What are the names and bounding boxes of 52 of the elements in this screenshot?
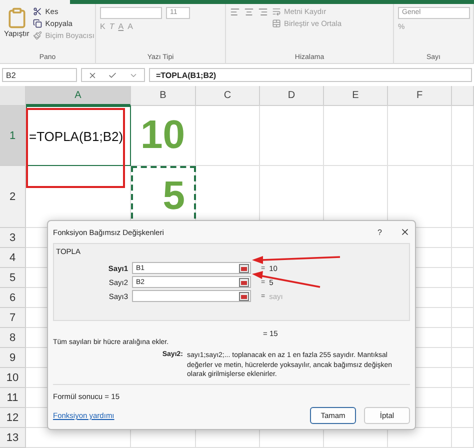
row-header[interactable]: 3: [0, 228, 26, 248]
column-header[interactable]: A: [26, 86, 131, 106]
row-header[interactable]: 7: [0, 308, 26, 328]
row-header[interactable]: 10: [0, 368, 26, 388]
scissors-icon: [33, 7, 42, 16]
sheet-cell: [452, 106, 474, 166]
row-header[interactable]: 5: [0, 268, 26, 288]
column-header[interactable]: F: [388, 86, 452, 106]
font-name-field[interactable]: [100, 7, 162, 19]
wrap-text-icon: [272, 7, 281, 16]
sheet-cell: [452, 166, 474, 228]
sheet-cell: [452, 388, 474, 408]
row-header[interactable]: 4: [0, 248, 26, 268]
enter-icon[interactable]: [108, 70, 118, 80]
sheet-cell: [452, 248, 474, 268]
row-header[interactable]: 9: [0, 348, 26, 368]
formula-field[interactable]: =TOPLA(B1;B2): [149, 68, 472, 82]
number-value: 10: [131, 106, 196, 166]
argument-field[interactable]: [132, 290, 251, 302]
name-box[interactable]: B2: [2, 68, 77, 82]
align-icon[interactable]: [230, 7, 240, 17]
cancel-icon[interactable]: [88, 70, 97, 80]
brush-icon: [33, 31, 42, 40]
row-header[interactable]: 13: [0, 428, 26, 448]
sheet-cell: [452, 268, 474, 288]
sheet-cell: [388, 106, 452, 166]
merge-cells-icon: [272, 19, 281, 28]
row-header[interactable]: 6: [0, 288, 26, 308]
sheet-cell: [452, 328, 474, 348]
sheet-cell: [452, 228, 474, 248]
copy-icon: [33, 19, 42, 28]
formula-text: =TOPLA(B1;B2): [26, 106, 131, 166]
column-header[interactable]: B: [131, 86, 196, 106]
sheet-cell: [452, 308, 474, 328]
close-button[interactable]: [400, 227, 410, 237]
align-icon[interactable]: [258, 7, 268, 17]
column-header[interactable]: E: [324, 86, 388, 106]
row-header[interactable]: 12: [0, 408, 26, 428]
annotation-arrow: [252, 271, 320, 288]
sheet-cell: [452, 348, 474, 368]
align-icon[interactable]: [244, 7, 254, 17]
row-header[interactable]: 1: [0, 106, 26, 166]
sheet-cell: [452, 368, 474, 388]
help-button[interactable]: ?: [368, 228, 392, 236]
sheet-cell: [452, 288, 474, 308]
row-header[interactable]: 11: [0, 388, 26, 408]
sheet-cell: [452, 428, 474, 448]
row-header[interactable]: 8: [0, 328, 26, 348]
column-header[interactable]: C: [196, 86, 260, 106]
sheet-cell: [452, 408, 474, 428]
row-header[interactable]: 2: [0, 166, 26, 228]
column-header[interactable]: D: [260, 86, 324, 106]
